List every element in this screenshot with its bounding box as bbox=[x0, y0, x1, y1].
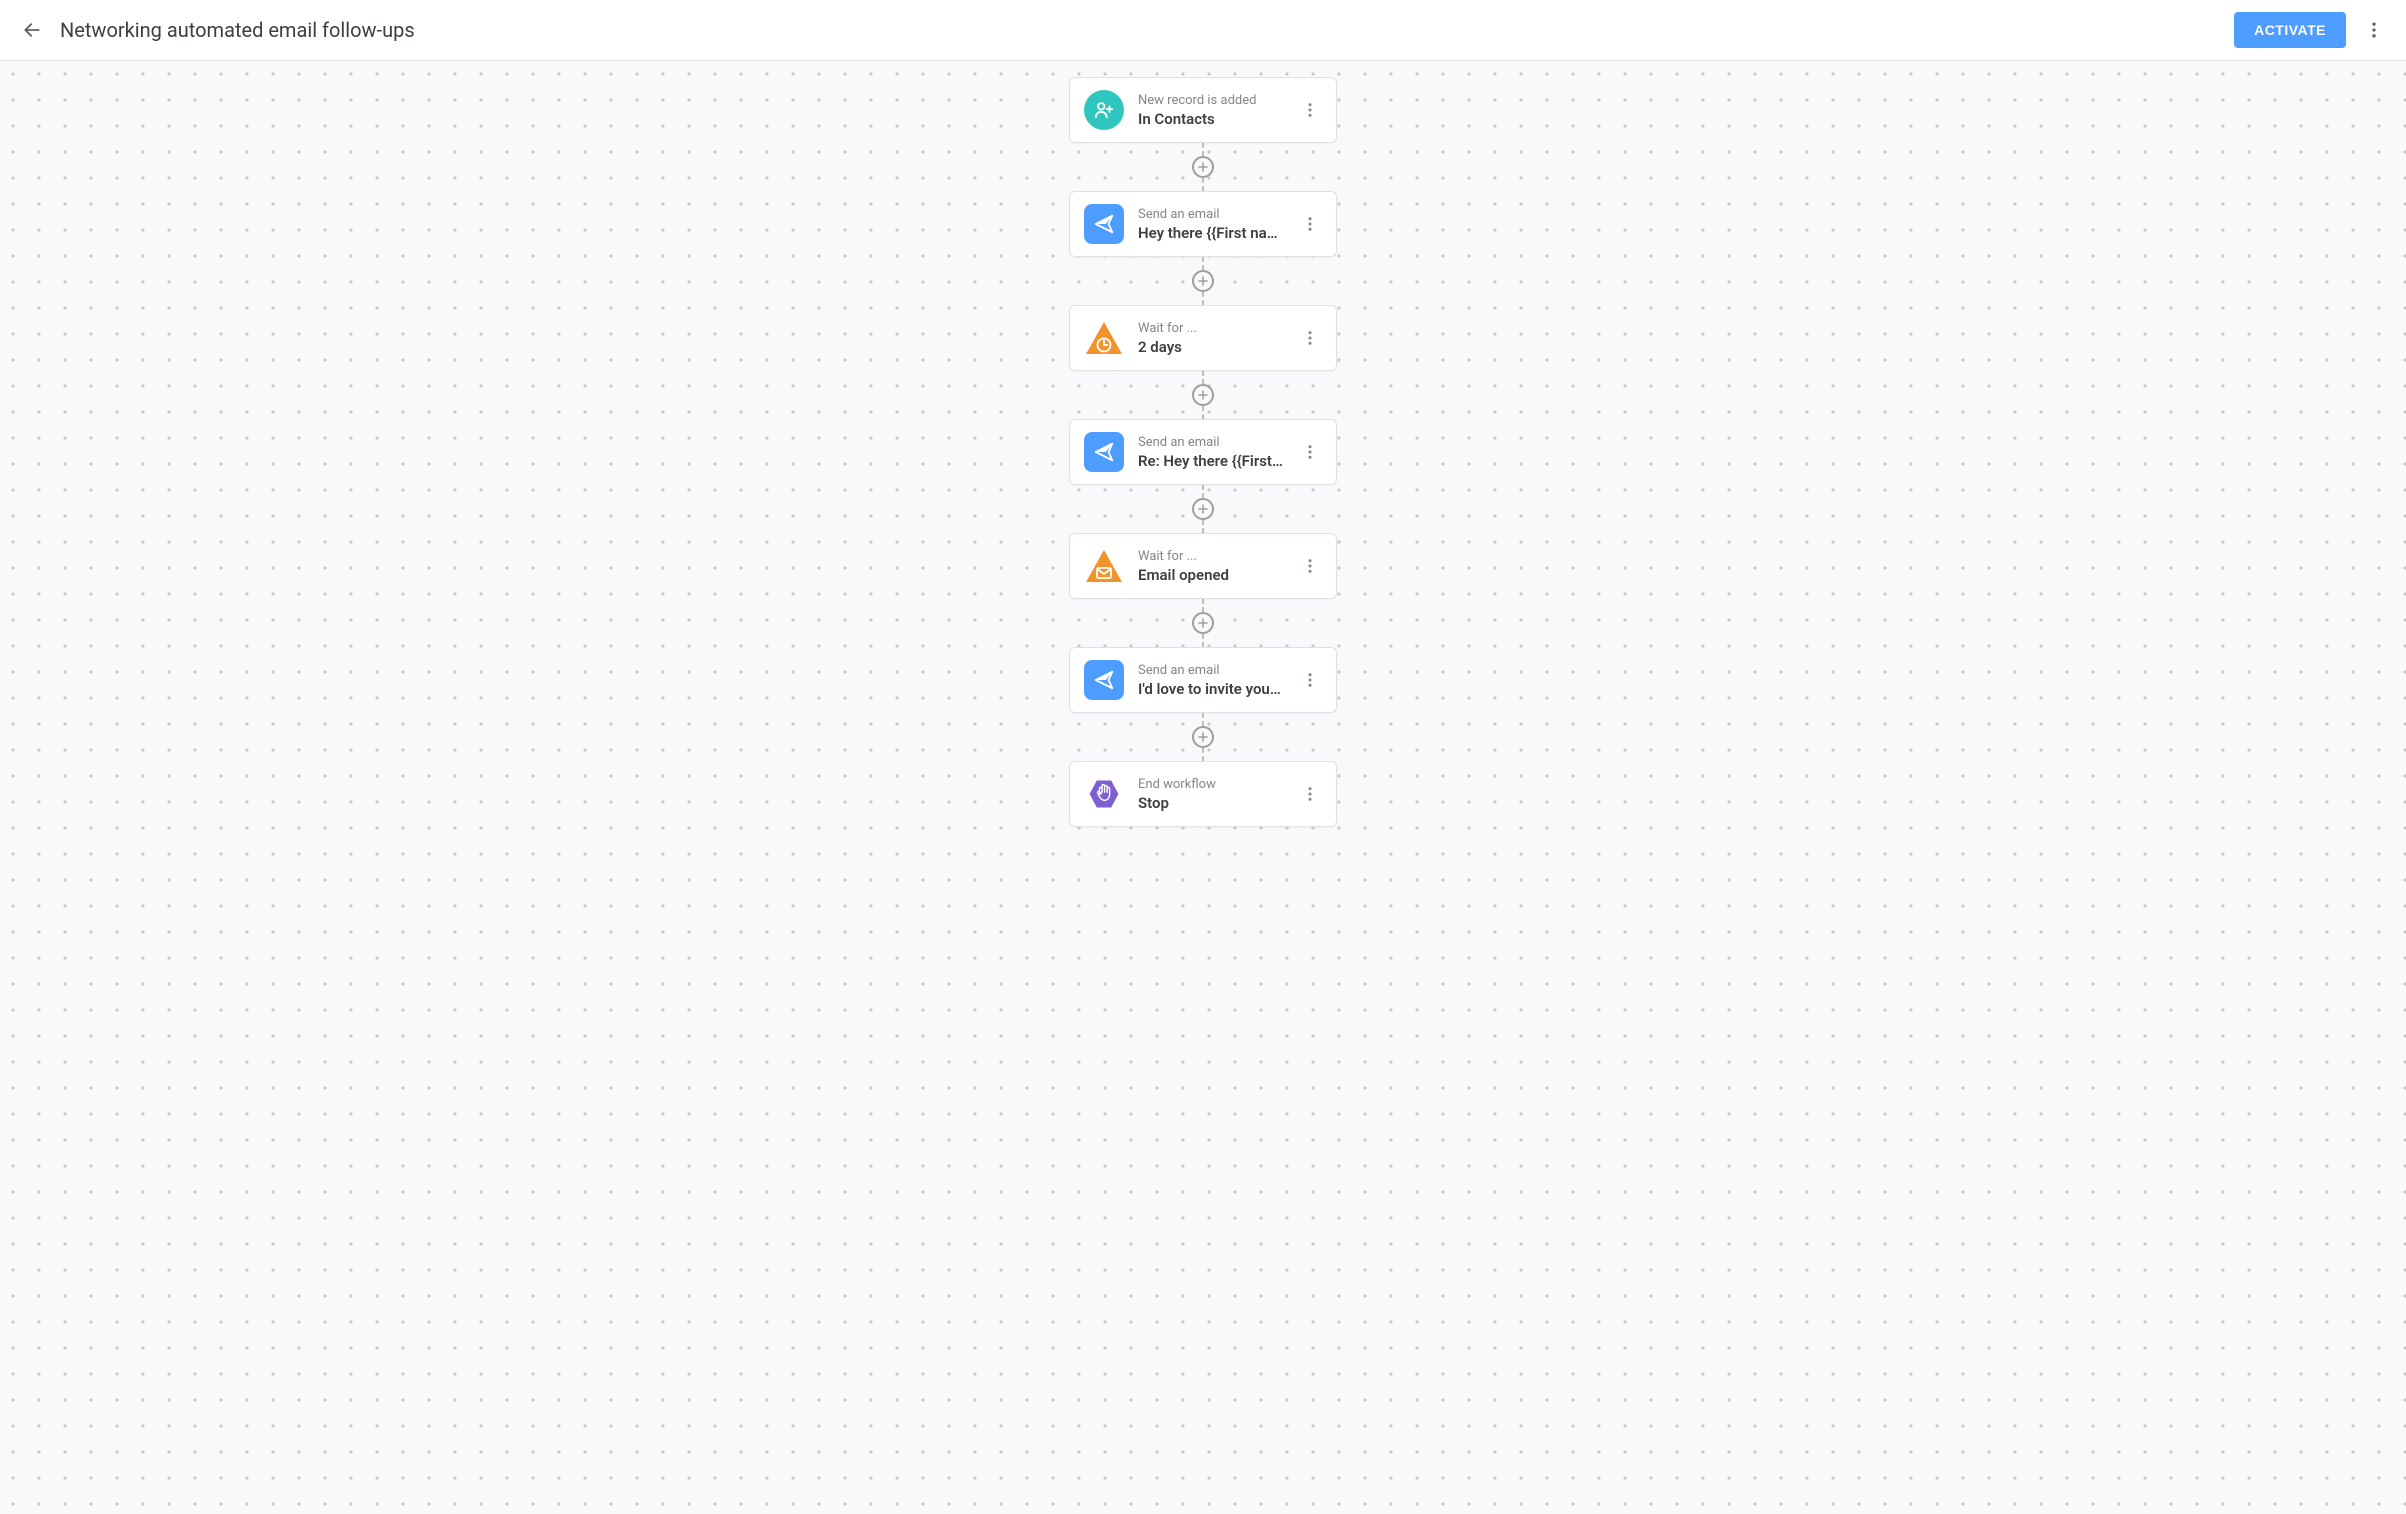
activate-button[interactable]: ACTIVATE bbox=[2234, 12, 2346, 48]
header-right: ACTIVATE bbox=[2234, 12, 2386, 48]
node-value: In Contacts bbox=[1138, 110, 1284, 128]
send-icon bbox=[1084, 660, 1124, 700]
send-icon bbox=[1084, 432, 1124, 472]
header: Networking automated email follow-ups AC… bbox=[0, 0, 2406, 61]
connector bbox=[1192, 713, 1214, 761]
connector-line bbox=[1202, 371, 1204, 384]
node-label: Send an email bbox=[1138, 663, 1284, 678]
node-more-icon[interactable] bbox=[1298, 668, 1322, 692]
node-value: 2 days bbox=[1138, 338, 1284, 356]
node-body: Wait for ... Email opened bbox=[1138, 549, 1284, 584]
add-step-button[interactable] bbox=[1192, 726, 1214, 748]
node-body: New record is added In Contacts bbox=[1138, 93, 1284, 128]
workflow-node-send-email[interactable]: Send an email I'd love to invite you to… bbox=[1069, 647, 1337, 713]
connector-line bbox=[1202, 406, 1204, 419]
workflow-canvas[interactable]: New record is added In Contacts bbox=[0, 61, 2406, 1514]
person-add-icon bbox=[1084, 90, 1124, 130]
add-step-button[interactable] bbox=[1192, 270, 1214, 292]
node-body: End workflow Stop bbox=[1138, 777, 1284, 812]
node-body: Send an email I'd love to invite you to… bbox=[1138, 663, 1284, 698]
add-step-button[interactable] bbox=[1192, 612, 1214, 634]
connector bbox=[1192, 371, 1214, 419]
connector-line bbox=[1202, 485, 1204, 498]
workflow-node-end[interactable]: End workflow Stop bbox=[1069, 761, 1337, 827]
triangle-clock-icon bbox=[1084, 318, 1124, 358]
node-label: Wait for ... bbox=[1138, 321, 1284, 336]
node-value: I'd love to invite you to… bbox=[1138, 680, 1284, 698]
triangle-mail-icon bbox=[1084, 546, 1124, 586]
workflow-flow: New record is added In Contacts bbox=[0, 61, 2406, 867]
page-title: Networking automated email follow-ups bbox=[60, 18, 415, 42]
node-body: Send an email Re: Hey there {{First n… bbox=[1138, 435, 1284, 470]
node-label: Wait for ... bbox=[1138, 549, 1284, 564]
node-body: Send an email Hey there {{First name… bbox=[1138, 207, 1284, 242]
node-more-icon[interactable] bbox=[1298, 212, 1322, 236]
node-label: Send an email bbox=[1138, 207, 1284, 222]
back-icon[interactable] bbox=[20, 18, 44, 42]
add-step-button[interactable] bbox=[1192, 156, 1214, 178]
node-more-icon[interactable] bbox=[1298, 554, 1322, 578]
workflow-node-wait[interactable]: Wait for ... 2 days bbox=[1069, 305, 1337, 371]
node-label: Send an email bbox=[1138, 435, 1284, 450]
connector-line bbox=[1202, 257, 1204, 270]
connector bbox=[1192, 257, 1214, 305]
node-body: Wait for ... 2 days bbox=[1138, 321, 1284, 356]
add-step-button[interactable] bbox=[1192, 384, 1214, 406]
node-label: New record is added bbox=[1138, 93, 1284, 108]
workflow-node-trigger[interactable]: New record is added In Contacts bbox=[1069, 77, 1337, 143]
connector-line bbox=[1202, 520, 1204, 533]
workflow-node-send-email[interactable]: Send an email Re: Hey there {{First n… bbox=[1069, 419, 1337, 485]
connector-line bbox=[1202, 713, 1204, 726]
node-more-icon[interactable] bbox=[1298, 440, 1322, 464]
send-icon bbox=[1084, 204, 1124, 244]
header-left: Networking automated email follow-ups bbox=[20, 18, 415, 42]
node-value: Email opened bbox=[1138, 566, 1284, 584]
node-value: Stop bbox=[1138, 794, 1284, 812]
header-more-icon[interactable] bbox=[2362, 18, 2386, 42]
connector-line bbox=[1202, 748, 1204, 761]
node-value: Hey there {{First name… bbox=[1138, 224, 1284, 242]
add-step-button[interactable] bbox=[1192, 498, 1214, 520]
connector-line bbox=[1202, 599, 1204, 612]
connector bbox=[1192, 599, 1214, 647]
connector-line bbox=[1202, 634, 1204, 647]
node-more-icon[interactable] bbox=[1298, 326, 1322, 350]
hand-stop-icon bbox=[1084, 774, 1124, 814]
node-label: End workflow bbox=[1138, 777, 1284, 792]
connector bbox=[1192, 143, 1214, 191]
node-more-icon[interactable] bbox=[1298, 782, 1322, 806]
workflow-node-send-email[interactable]: Send an email Hey there {{First name… bbox=[1069, 191, 1337, 257]
connector-line bbox=[1202, 292, 1204, 305]
workflow-node-wait[interactable]: Wait for ... Email opened bbox=[1069, 533, 1337, 599]
connector-line bbox=[1202, 178, 1204, 191]
node-value: Re: Hey there {{First n… bbox=[1138, 452, 1284, 470]
connector-line bbox=[1202, 143, 1204, 156]
connector bbox=[1192, 485, 1214, 533]
node-more-icon[interactable] bbox=[1298, 98, 1322, 122]
